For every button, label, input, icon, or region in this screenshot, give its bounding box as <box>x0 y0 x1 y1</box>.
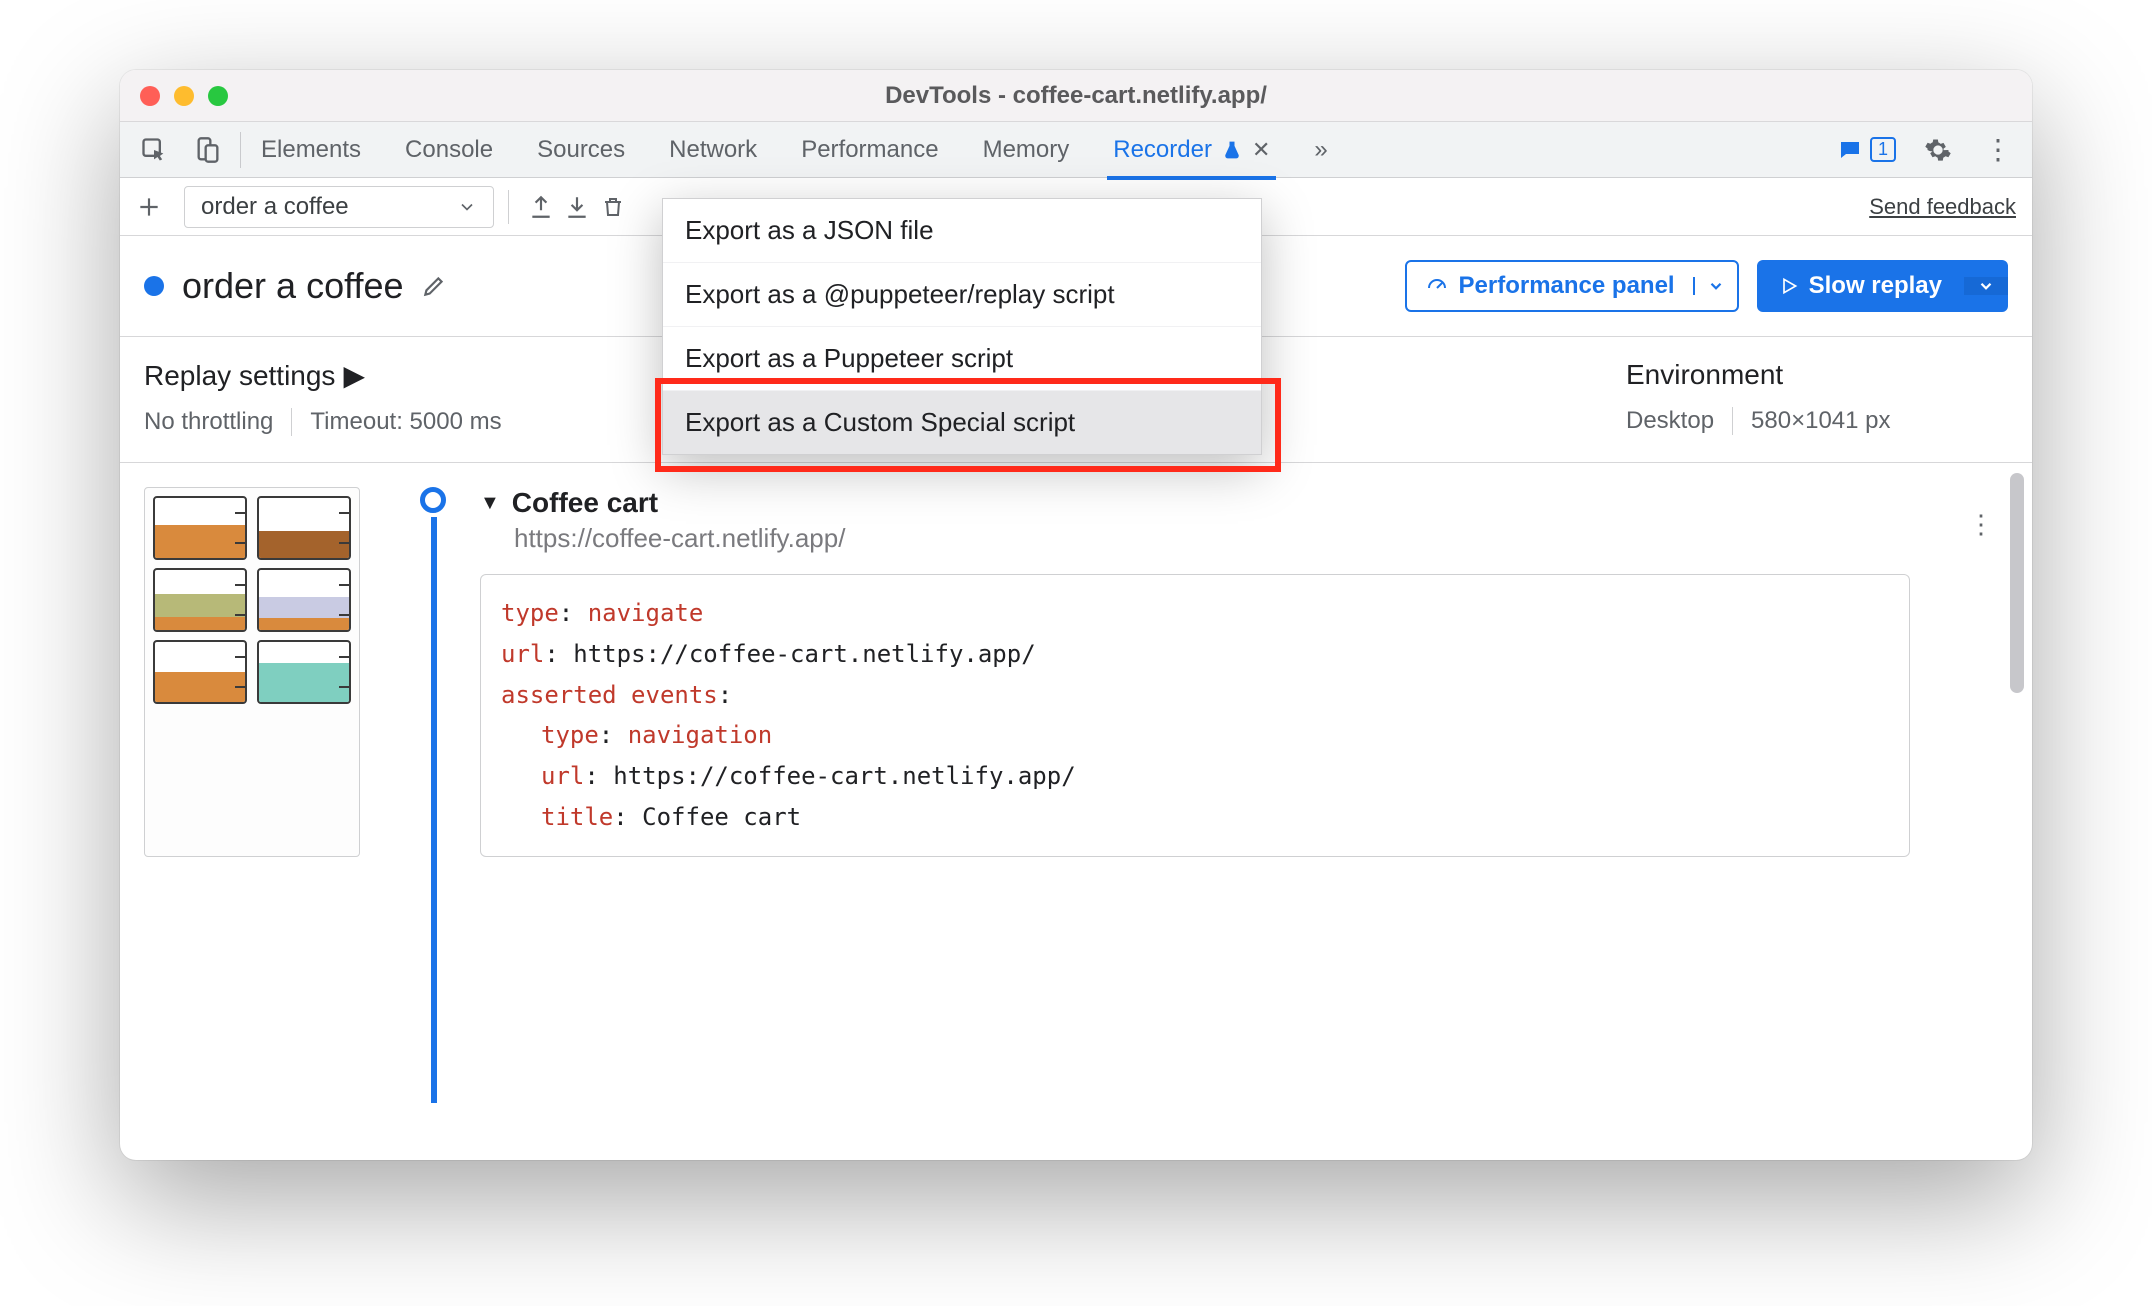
throttling-value: No throttling <box>144 408 273 436</box>
step-url: https://coffee-cart.netlify.app/ <box>514 523 2002 554</box>
import-icon[interactable] <box>559 189 595 225</box>
edit-title-button[interactable] <box>421 273 447 299</box>
export-custom-special[interactable]: Export as a Custom Special script <box>663 390 1261 454</box>
tabs-overflow-icon[interactable]: » <box>1314 136 1327 164</box>
step-title: Coffee cart <box>512 487 658 519</box>
new-recording-button[interactable] <box>136 194 176 220</box>
timeline-line <box>431 517 437 1103</box>
tab-network[interactable]: Network <box>669 136 757 164</box>
performance-panel-label: Performance panel <box>1459 272 1675 300</box>
export-puppeteer-replay[interactable]: Export as a @puppeteer/replay script <box>663 262 1261 326</box>
export-icon[interactable] <box>523 189 559 225</box>
export-puppeteer[interactable]: Export as a Puppeteer script <box>663 326 1261 390</box>
slow-replay-label: Slow replay <box>1809 272 1942 300</box>
more-icon[interactable]: ⋮ <box>1980 132 2016 168</box>
export-json[interactable]: Export as a JSON file <box>663 199 1261 262</box>
recording-select[interactable]: order a coffee <box>184 186 494 228</box>
page-thumbnail <box>144 487 360 857</box>
tab-recorder-label: Recorder <box>1113 136 1212 164</box>
gauge-icon <box>1425 274 1449 298</box>
tab-elements[interactable]: Elements <box>261 136 361 164</box>
environment-viewport: 580×1041 px <box>1751 407 1890 435</box>
chevron-down-icon <box>457 197 477 217</box>
timeline-node <box>420 487 446 513</box>
step-menu-button[interactable]: ⋮ <box>1968 509 1994 540</box>
step-code: type: navigate url: https://coffee-cart.… <box>480 574 1910 857</box>
tab-sources[interactable]: Sources <box>537 136 625 164</box>
window-title: DevTools - coffee-cart.netlify.app/ <box>120 82 2032 110</box>
slow-replay-button[interactable]: Slow replay <box>1757 260 2008 312</box>
chat-icon <box>1838 138 1862 162</box>
titlebar: DevTools - coffee-cart.netlify.app/ <box>120 70 2032 122</box>
device-toolbar-icon[interactable] <box>190 132 226 168</box>
issues-button[interactable]: 1 <box>1838 137 1896 162</box>
issues-count: 1 <box>1870 137 1896 162</box>
performance-panel-dropdown[interactable] <box>1693 277 1737 295</box>
environment-device: Desktop <box>1626 407 1714 435</box>
tab-memory[interactable]: Memory <box>983 136 1070 164</box>
step-collapse-toggle[interactable]: ▼ <box>480 492 500 515</box>
recording-title: order a coffee <box>182 265 403 307</box>
inspect-icon[interactable] <box>136 132 172 168</box>
steps-panel: ▼ Coffee cart https://coffee-cart.netlif… <box>120 463 2032 1103</box>
recording-select-value: order a coffee <box>201 193 349 221</box>
send-feedback-link[interactable]: Send feedback <box>1869 194 2016 220</box>
play-icon <box>1779 276 1799 296</box>
tab-close-icon[interactable]: ✕ <box>1252 137 1270 163</box>
tab-performance[interactable]: Performance <box>801 136 938 164</box>
recording-status-dot <box>144 276 164 296</box>
tab-recorder[interactable]: Recorder ✕ <box>1113 136 1270 164</box>
tab-console[interactable]: Console <box>405 136 493 164</box>
timeout-value: Timeout: 5000 ms <box>310 408 501 436</box>
export-menu: Export as a JSON file Export as a @puppe… <box>662 198 1262 455</box>
devtools-tabstrip: Elements Console Sources Network Perform… <box>120 122 2032 178</box>
settings-icon[interactable] <box>1920 132 1956 168</box>
chevron-right-icon: ▶ <box>343 359 365 392</box>
performance-panel-button[interactable]: Performance panel <box>1405 260 1739 312</box>
slow-replay-dropdown[interactable] <box>1964 277 2008 295</box>
delete-icon[interactable] <box>595 189 631 225</box>
environment-header: Environment <box>1626 359 2008 391</box>
flask-icon <box>1222 140 1242 160</box>
devtools-window: DevTools - coffee-cart.netlify.app/ Elem… <box>120 70 2032 1160</box>
